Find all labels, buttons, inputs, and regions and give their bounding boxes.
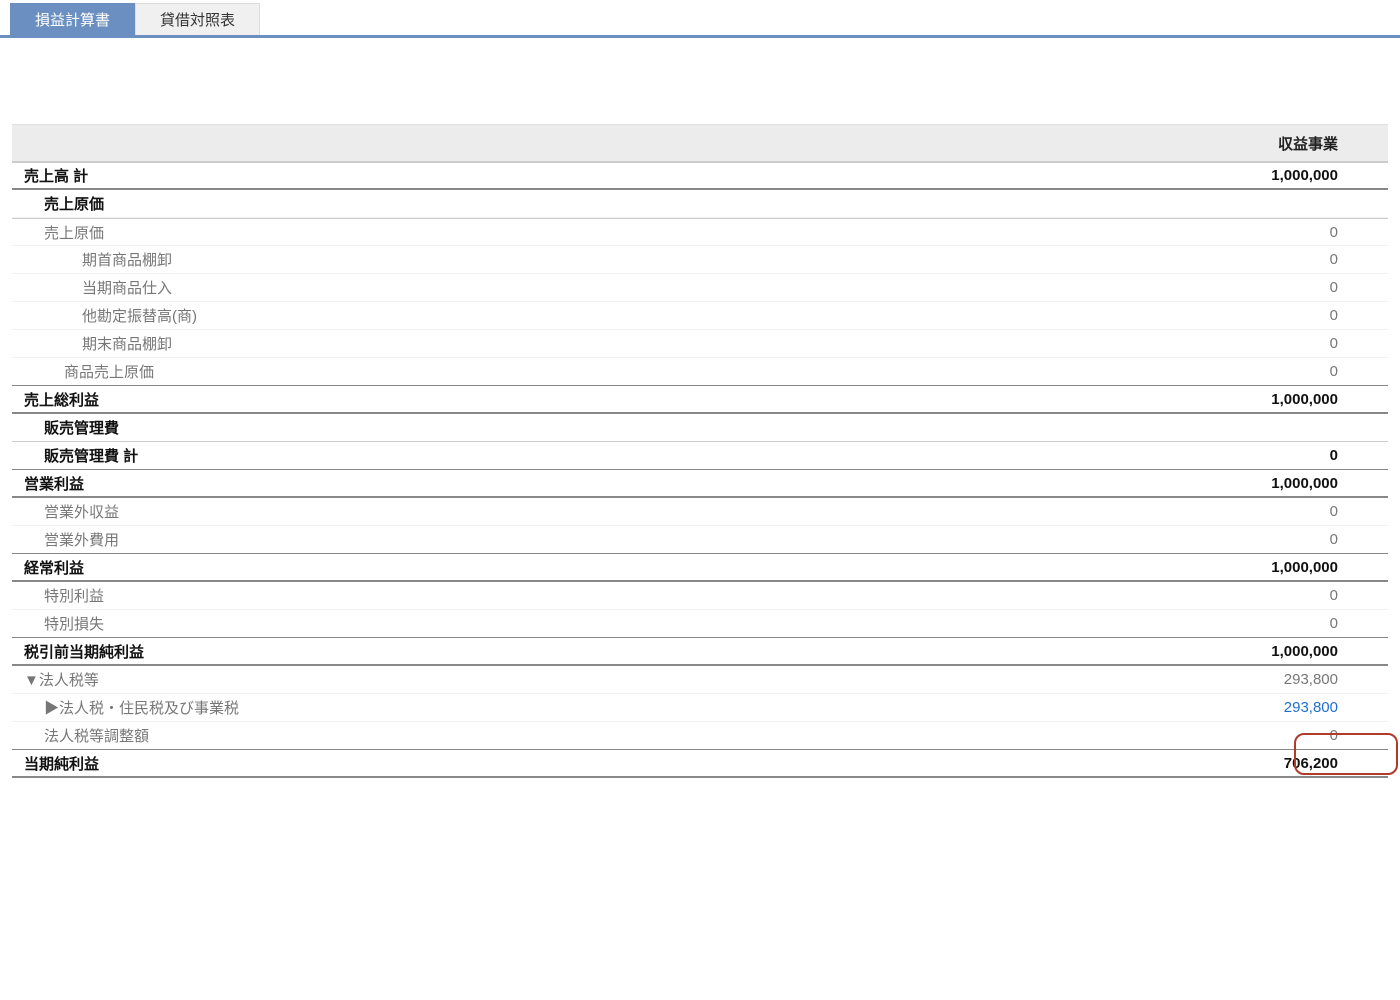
row-label: 販売管理費 計 bbox=[12, 445, 1268, 466]
row-label: 商品売上原価 bbox=[12, 361, 1268, 382]
row-label: 経常利益 bbox=[12, 557, 1268, 578]
row-label: 販売管理費 bbox=[12, 417, 1268, 438]
table-row: 当期商品仕入0 bbox=[12, 274, 1388, 302]
table-row: 期首商品棚卸0 bbox=[12, 246, 1388, 274]
table-row: ▼法人税等293,800 bbox=[12, 666, 1388, 694]
table-row: 税引前当期純利益1,000,000 bbox=[12, 638, 1388, 666]
row-label: 営業外収益 bbox=[12, 501, 1268, 522]
row-value: 1,000,000 bbox=[1268, 643, 1388, 660]
row-value: 293,800 bbox=[1268, 671, 1388, 688]
table-row: 法人税等調整額0 bbox=[12, 722, 1388, 750]
table-row: 販売管理費 計0 bbox=[12, 442, 1388, 470]
tab-income-statement[interactable]: 損益計算書 bbox=[10, 3, 135, 35]
row-label: ▶法人税・住民税及び事業税 bbox=[12, 697, 1268, 718]
row-value: 1,000,000 bbox=[1268, 475, 1388, 492]
table-row: 売上高 計1,000,000 bbox=[12, 162, 1388, 190]
row-label: 他勘定振替高(商) bbox=[12, 305, 1268, 326]
row-value: 0 bbox=[1268, 224, 1388, 241]
row-label: 当期純利益 bbox=[12, 753, 1268, 774]
table-row: 特別利益0 bbox=[12, 582, 1388, 610]
table-header-row: 収益事業 bbox=[12, 124, 1388, 162]
table-row: 営業利益1,000,000 bbox=[12, 470, 1388, 498]
row-label: 売上高 計 bbox=[12, 165, 1268, 186]
table-row: 当期純利益706,200 bbox=[12, 750, 1388, 778]
row-label: 税引前当期純利益 bbox=[12, 641, 1268, 662]
table-row: 特別損失0 bbox=[12, 610, 1388, 638]
table-row: 商品売上原価0 bbox=[12, 358, 1388, 386]
row-value: 0 bbox=[1268, 503, 1388, 520]
tab-balance-sheet[interactable]: 貸借対照表 bbox=[135, 3, 260, 35]
row-value: 0 bbox=[1268, 447, 1388, 464]
row-label: 期首商品棚卸 bbox=[12, 249, 1268, 270]
table-row: 営業外費用0 bbox=[12, 526, 1388, 554]
row-value: 0 bbox=[1268, 279, 1388, 296]
table-row: 営業外収益0 bbox=[12, 498, 1388, 526]
column-header-revenue-business: 収益事業 bbox=[1268, 133, 1388, 154]
row-value: 0 bbox=[1268, 727, 1388, 744]
tab-bar: 損益計算書 貸借対照表 bbox=[0, 0, 1400, 38]
row-value: 706,200 bbox=[1268, 755, 1388, 772]
row-label: 売上総利益 bbox=[12, 389, 1268, 410]
row-value: 0 bbox=[1268, 363, 1388, 380]
row-label: 特別利益 bbox=[12, 585, 1268, 606]
row-value: 0 bbox=[1268, 307, 1388, 324]
row-label: 売上原価 bbox=[12, 222, 1268, 243]
row-label: 特別損失 bbox=[12, 613, 1268, 634]
row-value: 0 bbox=[1268, 531, 1388, 548]
row-value: 0 bbox=[1268, 335, 1388, 352]
table-row: 売上原価 bbox=[12, 190, 1388, 218]
row-label: 期末商品棚卸 bbox=[12, 333, 1268, 354]
table-row: 期末商品棚卸0 bbox=[12, 330, 1388, 358]
row-value: 1,000,000 bbox=[1268, 167, 1388, 184]
row-value: 0 bbox=[1268, 251, 1388, 268]
row-value: 0 bbox=[1268, 615, 1388, 632]
income-statement-table: 収益事業 売上高 計1,000,000売上原価売上原価0期首商品棚卸0当期商品仕… bbox=[12, 124, 1388, 778]
row-label: 営業外費用 bbox=[12, 529, 1268, 550]
row-label: 法人税等調整額 bbox=[12, 725, 1268, 746]
row-label: 営業利益 bbox=[12, 473, 1268, 494]
table-row: 他勘定振替高(商)0 bbox=[12, 302, 1388, 330]
row-label: 売上原価 bbox=[12, 193, 1268, 214]
table-row: 経常利益1,000,000 bbox=[12, 554, 1388, 582]
row-value: 1,000,000 bbox=[1268, 391, 1388, 408]
row-value: 1,000,000 bbox=[1268, 559, 1388, 576]
row-value: 293,800 bbox=[1268, 699, 1388, 716]
row-value: 0 bbox=[1268, 587, 1388, 604]
row-label: 当期商品仕入 bbox=[12, 277, 1268, 298]
table-row: 売上原価0 bbox=[12, 218, 1388, 246]
table-row: ▶法人税・住民税及び事業税293,800 bbox=[12, 694, 1388, 722]
row-label: ▼法人税等 bbox=[12, 669, 1268, 690]
table-row: 販売管理費 bbox=[12, 414, 1388, 442]
table-row: 売上総利益1,000,000 bbox=[12, 386, 1388, 414]
